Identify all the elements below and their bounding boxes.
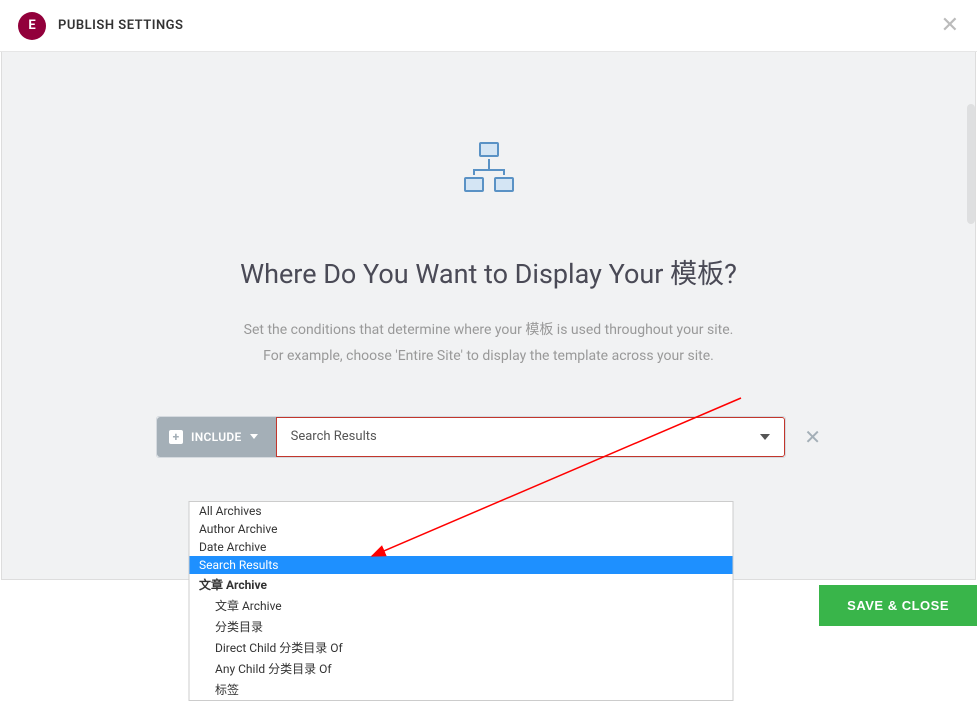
plus-icon: +	[169, 430, 183, 444]
close-icon[interactable]: ✕	[941, 13, 959, 38]
modal-content: Where Do You Want to Display Your 模板? Se…	[1, 52, 976, 580]
condition-select[interactable]: Search Results	[276, 417, 786, 457]
dropdown-option[interactable]: Any Child 分类目录 Of	[189, 658, 732, 679]
condition-main: + INCLUDE Search Results	[156, 416, 786, 458]
dropdown-option[interactable]: Search Results	[189, 556, 732, 574]
main-heading: Where Do You Want to Display Your 模板?	[2, 252, 975, 291]
condition-row: + INCLUDE Search Results ✕	[156, 416, 821, 458]
description-line-1: Set the conditions that determine where …	[2, 319, 975, 341]
selected-value: Search Results	[291, 429, 377, 444]
hierarchy-icon	[459, 142, 519, 192]
header-left: E PUBLISH SETTINGS	[18, 12, 183, 40]
modal-title: PUBLISH SETTINGS	[58, 18, 183, 33]
dropdown-option[interactable]: 文章 Archive	[189, 595, 732, 616]
include-label: INCLUDE	[191, 430, 242, 444]
dropdown-option[interactable]: 文章 Archive	[189, 574, 732, 595]
save-close-button[interactable]: SAVE & CLOSE	[819, 585, 977, 626]
elementor-logo-icon: E	[18, 12, 46, 40]
scrollbar-thumb[interactable]	[967, 104, 975, 224]
select-caret-icon	[760, 434, 770, 440]
modal-header: E PUBLISH SETTINGS ✕	[0, 0, 977, 52]
modal-footer: SAVE & CLOSE	[819, 585, 977, 626]
caret-down-icon	[250, 434, 258, 439]
dropdown-option[interactable]: 分类目录	[189, 616, 732, 637]
remove-condition-icon[interactable]: ✕	[804, 425, 821, 449]
dropdown-panel: All ArchivesAuthor ArchiveDate ArchiveSe…	[188, 501, 733, 701]
dropdown-option[interactable]: Author Archive	[189, 520, 732, 538]
include-exclude-toggle[interactable]: + INCLUDE	[157, 417, 276, 457]
dropdown-option[interactable]: All Archives	[189, 502, 732, 520]
inner-content: Where Do You Want to Display Your 模板? Se…	[2, 52, 975, 458]
dropdown-option[interactable]: Date Archive	[189, 538, 732, 556]
dropdown-option[interactable]: 标签	[189, 679, 732, 700]
dropdown-option[interactable]: Direct Child 分类目录 Of	[189, 637, 732, 658]
description-line-2: For example, choose 'Entire Site' to dis…	[2, 345, 975, 367]
